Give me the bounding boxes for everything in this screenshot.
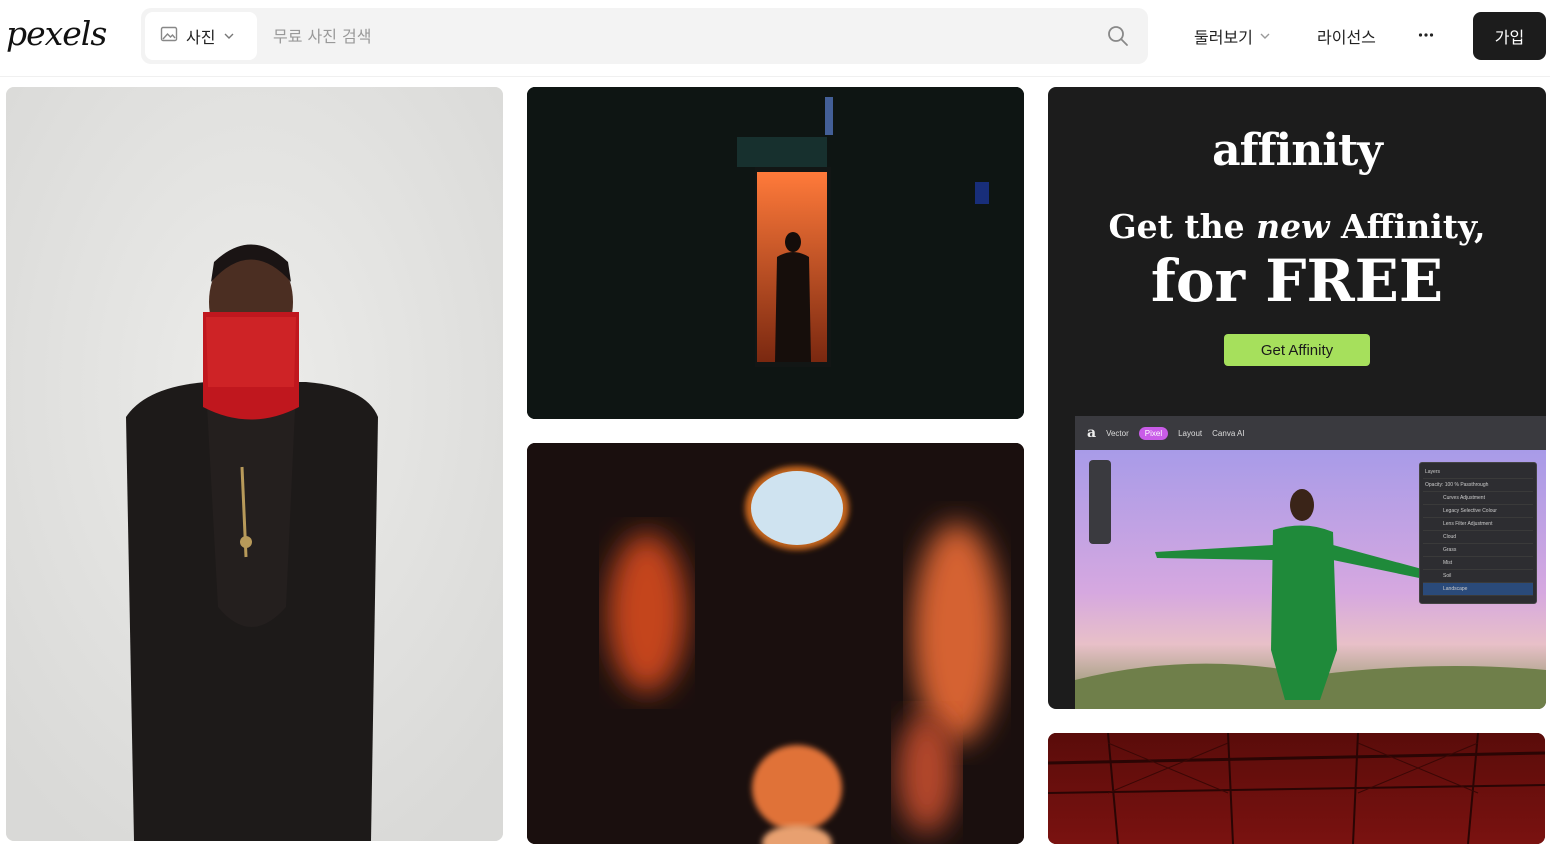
photo-image bbox=[1048, 733, 1545, 844]
layer-row: Grass bbox=[1423, 544, 1533, 557]
app-toolbar: a Vector Pixel Layout Canva AI bbox=[1075, 416, 1546, 450]
layer-row: Lens Filter Adjustment bbox=[1423, 518, 1533, 531]
ad-headline: Get the new Affinity, bbox=[1108, 207, 1486, 246]
photo-card[interactable] bbox=[527, 87, 1024, 419]
app-canvas: Layers Opacity: 100 % Passthrough Curves… bbox=[1075, 450, 1546, 709]
ad-headline-free: for FREE bbox=[1150, 247, 1444, 315]
layers-blend-mode: Passthrough bbox=[1460, 482, 1489, 488]
layer-row: Landscape bbox=[1423, 583, 1533, 596]
layers-panel: Layers Opacity: 100 % Passthrough Curves… bbox=[1419, 462, 1537, 604]
pexels-logo[interactable]: pexels bbox=[6, 14, 107, 53]
layer-row: Soil bbox=[1423, 570, 1533, 583]
layers-opacity-row: Opacity: 100 % Passthrough bbox=[1423, 479, 1533, 492]
photo-card[interactable] bbox=[527, 443, 1024, 844]
affinity-app-preview: a Vector Pixel Layout Canva AI Layers Op… bbox=[1075, 416, 1546, 709]
nav-license[interactable]: 라이선스 bbox=[1317, 24, 1376, 48]
affinity-app-icon: a bbox=[1087, 425, 1097, 441]
layers-opacity-label: Opacity: bbox=[1425, 482, 1444, 488]
search-input[interactable] bbox=[273, 20, 1073, 52]
layers-opacity-value: 100 % bbox=[1444, 482, 1459, 488]
layers-panel-title: Layers bbox=[1423, 466, 1533, 479]
tab-canva-ai: Canva AI bbox=[1212, 428, 1245, 438]
top-header: pexels 사진 둘러보기 라이선스 가입 bbox=[0, 0, 1550, 77]
more-options-icon[interactable] bbox=[1413, 22, 1439, 48]
tab-pixel: Pixel bbox=[1138, 426, 1169, 440]
photo-image bbox=[527, 87, 1024, 419]
search-type-label: 사진 bbox=[186, 28, 216, 47]
get-affinity-button[interactable]: Get Affinity bbox=[1224, 334, 1370, 366]
tab-layout: Layout bbox=[1178, 428, 1203, 438]
chevron-down-icon bbox=[223, 27, 235, 46]
photo-card[interactable] bbox=[6, 87, 503, 841]
affinity-logo: affinity bbox=[1212, 125, 1383, 176]
chevron-down-icon bbox=[1259, 27, 1271, 46]
photo-card[interactable] bbox=[1048, 733, 1545, 844]
image-icon bbox=[160, 25, 178, 47]
search-type-select[interactable]: 사진 bbox=[145, 12, 257, 60]
tab-vector: Vector bbox=[1106, 428, 1129, 438]
nav-explore[interactable]: 둘러보기 bbox=[1194, 24, 1271, 48]
join-button[interactable]: 가입 bbox=[1473, 12, 1546, 60]
layer-row: Cloud bbox=[1423, 531, 1533, 544]
search-bar: 사진 bbox=[141, 8, 1148, 64]
photo-image bbox=[6, 87, 503, 841]
search-icon[interactable] bbox=[1106, 24, 1130, 48]
photo-image bbox=[527, 443, 1024, 844]
affinity-ad[interactable]: affinity Get the new Affinity, for FREE … bbox=[1048, 87, 1546, 709]
nav-explore-label: 둘러보기 bbox=[1194, 28, 1253, 47]
layer-row: Mist bbox=[1423, 557, 1533, 570]
layer-row: Legacy Selective Colour bbox=[1423, 505, 1533, 518]
layer-row: Curves Adjustment bbox=[1423, 492, 1533, 505]
